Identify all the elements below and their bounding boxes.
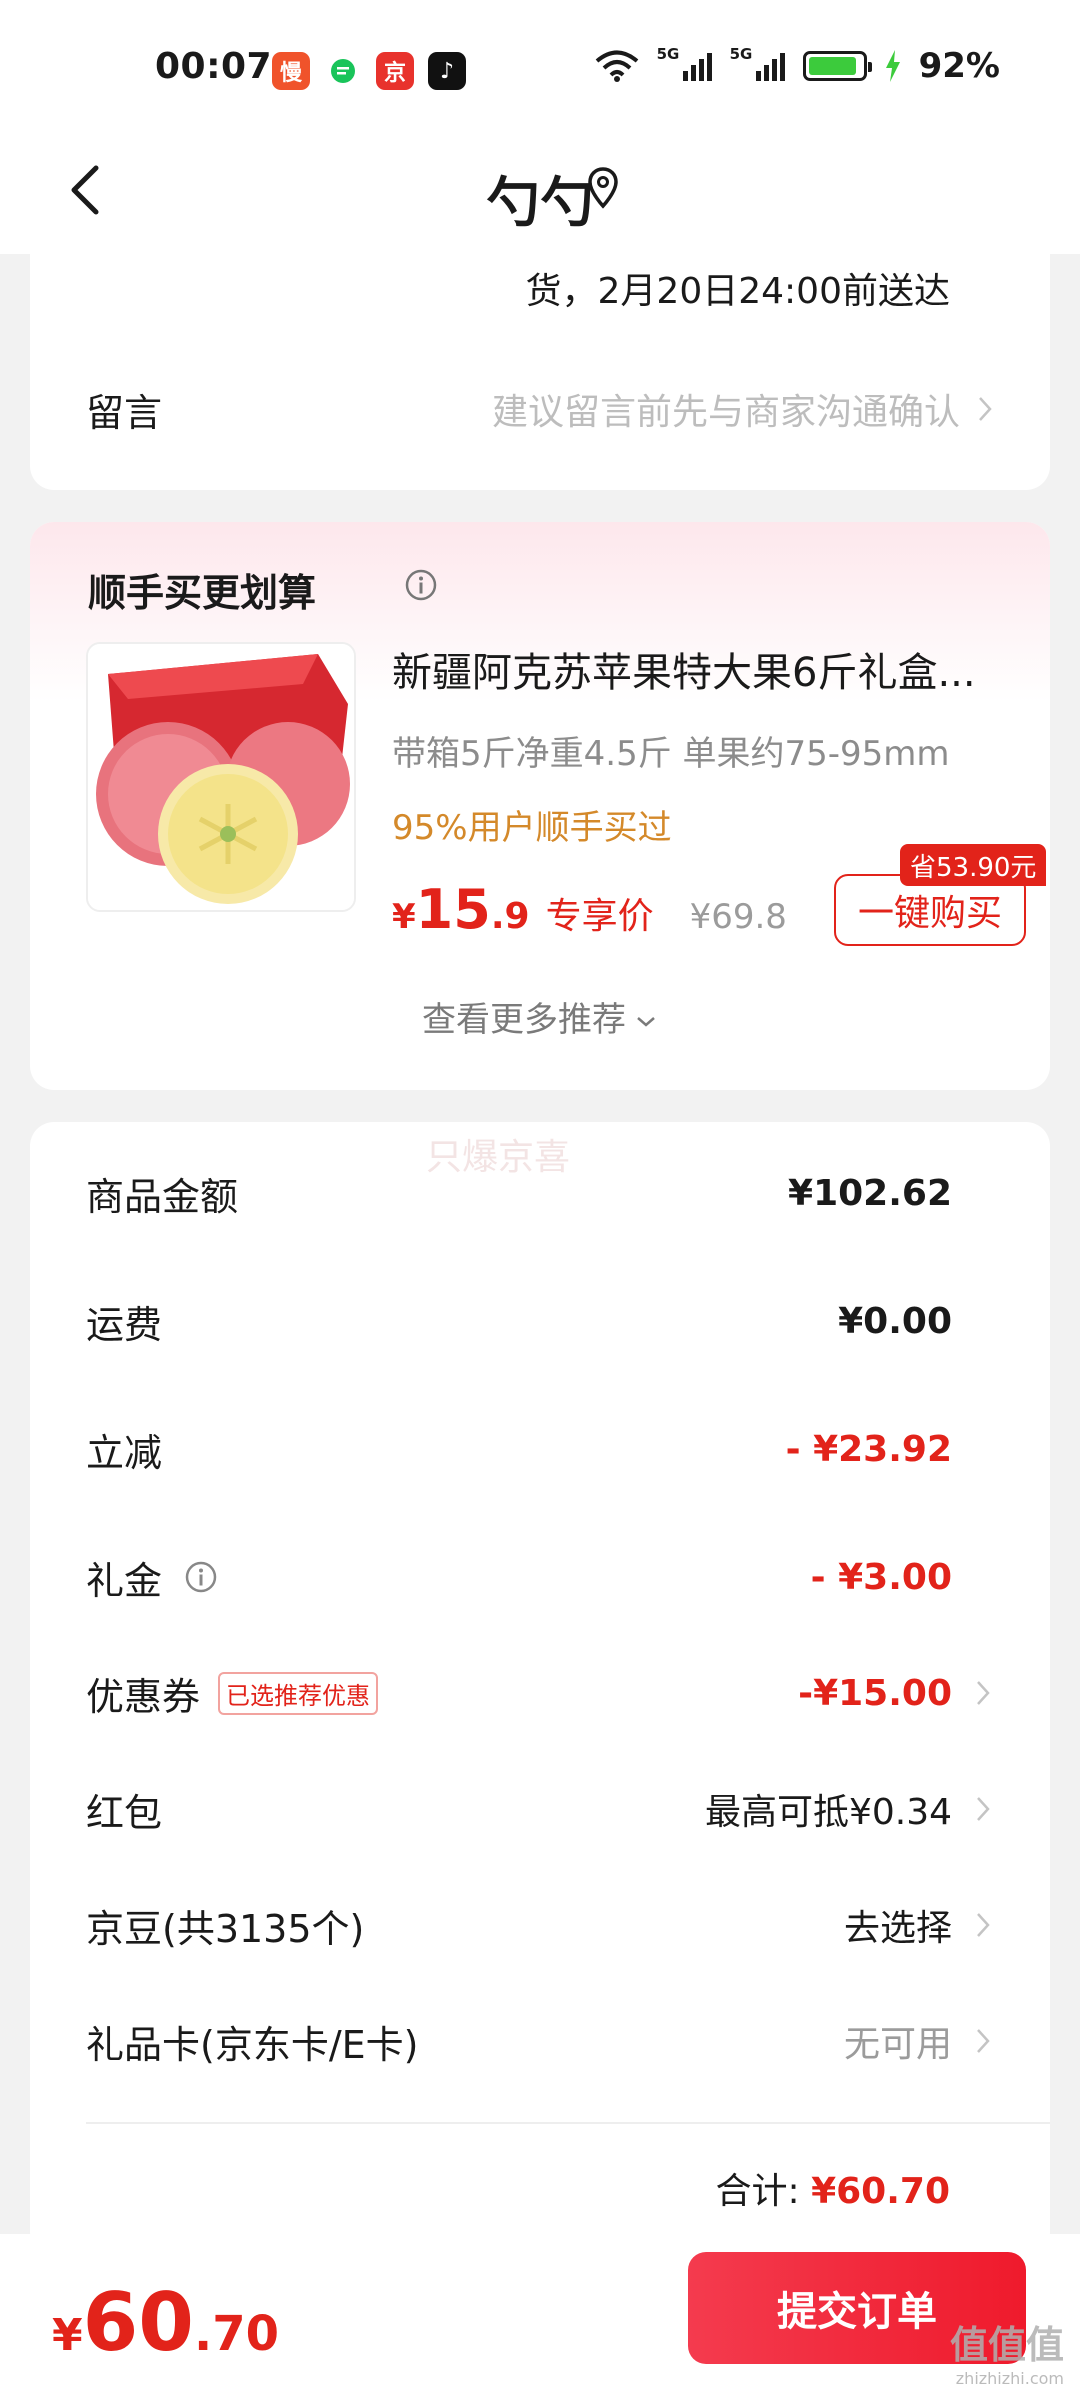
delivery-time: 货，2月20日24:00前送达 bbox=[525, 271, 950, 312]
signal-icon-2: 5G bbox=[730, 45, 785, 81]
goods-amount-value: ¥102.62 bbox=[788, 1172, 952, 1214]
delivery-card: 货，2月20日24:00前送达 留言 建议留言前先与商家沟通确认 bbox=[30, 254, 1050, 490]
shipping-value: ¥0.00 bbox=[838, 1300, 952, 1342]
manhua-app-icon: 慢 bbox=[272, 52, 310, 90]
douyin-app-icon: ♪ bbox=[428, 52, 466, 90]
product-spec: 带箱5斤净重4.5斤 单果约75-95mm bbox=[392, 734, 950, 774]
coupon-row[interactable]: 优惠券 已选推荐优惠 -¥15.00 bbox=[86, 1658, 952, 1728]
red-packet-value: 最高可抵¥0.34 bbox=[704, 1792, 952, 1833]
site-watermark-logo: 值值值 zhizhizhi.com bbox=[949, 2323, 1064, 2388]
checkout-price: ¥ 60 .70 bbox=[52, 2276, 279, 2369]
total-label: 合计: bbox=[715, 2171, 800, 2212]
more-recommendations-link[interactable]: 查看更多推荐 bbox=[30, 992, 1050, 1041]
goods-amount-row: 商品金额 ¥102.62 bbox=[86, 1172, 952, 1219]
wifi-icon bbox=[595, 50, 638, 82]
signal-icon-1: 5G bbox=[657, 45, 712, 81]
message-row[interactable]: 留言 建议留言前先与商家沟通确认 bbox=[86, 374, 994, 444]
message-app-icon bbox=[324, 52, 362, 90]
original-price: ¥69.8 bbox=[689, 897, 787, 937]
divider bbox=[86, 2122, 1050, 2124]
product-image[interactable] bbox=[86, 642, 356, 912]
instant-discount-value: - ¥23.92 bbox=[785, 1428, 952, 1470]
chevron-right-icon bbox=[977, 1797, 990, 1821]
instant-discount-row: 立减 - ¥23.92 bbox=[86, 1428, 952, 1475]
gift-money-value: - ¥3.00 bbox=[810, 1556, 952, 1598]
gift-card-value: 无可用 bbox=[843, 2024, 952, 2065]
location-pin-icon[interactable] bbox=[586, 166, 620, 212]
price-summary-card: 只爆京喜 商品金额 ¥102.62 运费 ¥0.00 立减 - ¥23.92 礼… bbox=[30, 1122, 1050, 2256]
chevron-right-icon bbox=[977, 1913, 990, 1937]
battery-icon bbox=[802, 51, 872, 81]
product-name[interactable]: 新疆阿克苏苹果特大果6斤礼盒... bbox=[392, 640, 1012, 698]
status-time: 00:07 bbox=[155, 46, 273, 87]
shipping-row: 运费 ¥0.00 bbox=[86, 1300, 952, 1347]
page-title: 勺勺 bbox=[486, 171, 594, 234]
jd-beans-value: 去选择 bbox=[843, 1908, 952, 1949]
product-price: ¥ 15 .9 专享价 ¥69.8 bbox=[392, 878, 787, 941]
coupon-selected-tag: 已选推荐优惠 bbox=[218, 1671, 379, 1715]
total-row: 合计: ¥60.70 bbox=[715, 2162, 950, 2214]
gift-card-row[interactable]: 礼品卡(京东卡/E卡) 无可用 bbox=[86, 2006, 952, 2076]
product-social-proof: 95%用户顺手买过 bbox=[392, 808, 672, 848]
total-value: ¥60.70 bbox=[811, 2171, 950, 2212]
savings-badge: 省53.90元 bbox=[900, 844, 1047, 886]
status-right: 5G 5G 92% bbox=[595, 45, 1000, 86]
chevron-right-icon bbox=[977, 1681, 990, 1705]
addon-card: 顺手买更划算 新疆阿克苏苹果特大果6斤礼盒... 带箱5斤净重4.5斤 单果约7… bbox=[30, 522, 1050, 1090]
chevron-right-icon bbox=[977, 2029, 990, 2053]
exclusive-price-tag: 专享价 bbox=[545, 896, 654, 937]
info-icon[interactable] bbox=[404, 568, 438, 602]
red-packet-row[interactable]: 红包 最高可抵¥0.34 bbox=[86, 1774, 952, 1844]
nav-bar: 勺勺 bbox=[0, 130, 1080, 254]
gift-money-row: 礼金 - ¥3.00 bbox=[86, 1556, 952, 1603]
addon-title: 顺手买更划算 bbox=[88, 571, 317, 615]
message-hint: 建议留言前先与商家沟通确认 bbox=[491, 392, 960, 433]
charging-icon bbox=[885, 50, 900, 82]
message-label: 留言 bbox=[86, 390, 163, 435]
battery-percent: 92% bbox=[918, 46, 1000, 86]
chevron-down-icon bbox=[637, 1016, 655, 1027]
jingdong-app-icon: 京 bbox=[376, 52, 414, 90]
checkout-bar: ¥ 60 .70 提交订单 值值值 zhizhizhi.com bbox=[0, 2234, 1080, 2400]
status-bar: 00:07 慢 京 ♪ 5G 5G 92% bbox=[0, 0, 1080, 130]
chevron-right-icon bbox=[979, 397, 992, 421]
jd-beans-row[interactable]: 京豆(共3135个) 去选择 bbox=[86, 1890, 952, 1960]
coupon-value: -¥15.00 bbox=[798, 1672, 952, 1714]
info-icon[interactable] bbox=[184, 1560, 218, 1594]
